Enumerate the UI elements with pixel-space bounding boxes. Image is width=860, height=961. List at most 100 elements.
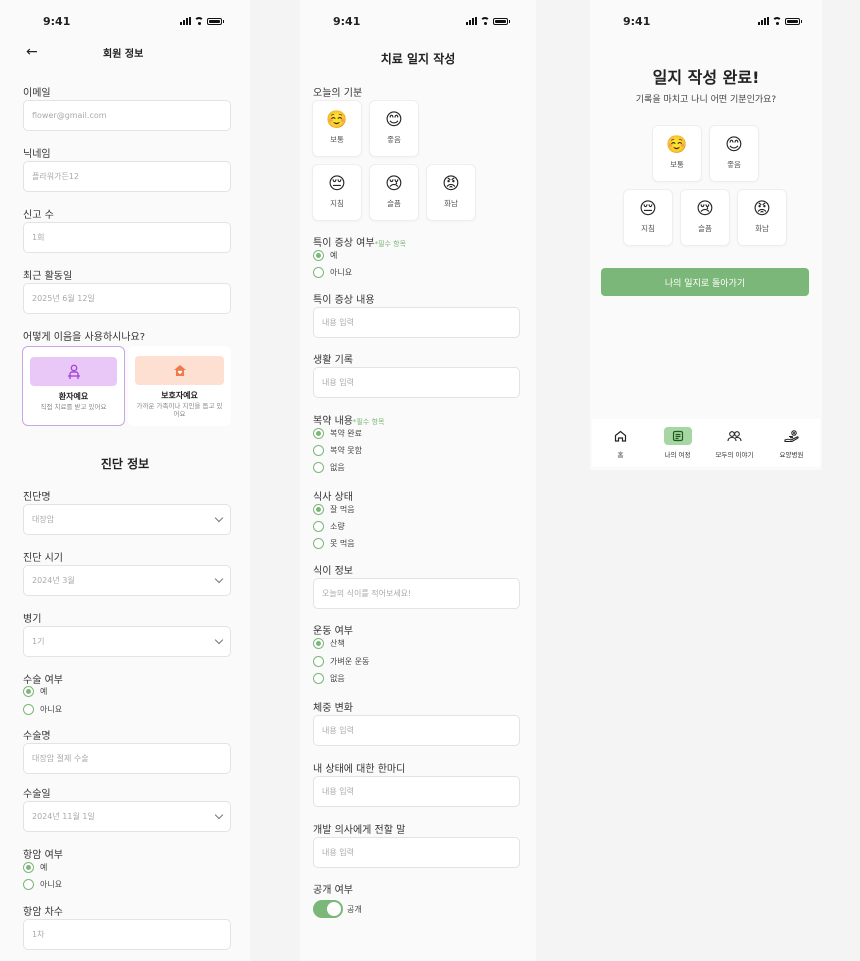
journal-screen: 9:41 치료 일지 작성 오늘의 기분 ☺️ 보통 😊 좋음 😔 지침 😢 슬픔 😡 화…	[300, 0, 536, 961]
diagnosis-name-label: 진단명	[23, 492, 51, 503]
symptom-label: 특이 증상 여부*필수 항목	[313, 238, 407, 249]
diet-label: 식이 정보	[313, 566, 353, 577]
chemo-label: 항암 여부	[23, 850, 63, 861]
mood-tired[interactable]: 😔 지침	[312, 164, 362, 221]
symptom-no-radio[interactable]: 아니요	[313, 267, 352, 278]
hospital-icon	[764, 427, 820, 445]
signal-icon	[466, 17, 477, 25]
guardian-card[interactable]: 보호자예요 가까운 가족이나 지인을 돕고 있어요	[128, 346, 231, 426]
status-time: 9:41	[623, 15, 651, 28]
usage-question: 어떻게 이음을 사용하시나요?	[23, 332, 146, 343]
meal-label: 식사 상태	[313, 492, 353, 503]
med-missed-radio[interactable]: 복약 못함	[313, 445, 362, 456]
med-none-radio[interactable]: 없음	[313, 462, 345, 473]
stage-label: 병기	[23, 614, 42, 625]
mood-normal[interactable]: ☺️ 보통	[652, 125, 702, 182]
life-record-label: 생활 기록	[313, 355, 353, 366]
surgery-no-radio[interactable]: 아니요	[23, 704, 62, 715]
status-bar: 9:41	[590, 15, 822, 31]
mood-sad[interactable]: 😢 슬픔	[369, 164, 419, 221]
email-field[interactable]: flower@gmail.com	[23, 100, 231, 131]
page-title: 치료 일지 작성	[380, 52, 456, 66]
symptom-yes-radio[interactable]: 예	[313, 250, 337, 261]
doctor-note-label: 개발 의사에게 전할 말	[313, 825, 406, 836]
surgery-yes-radio[interactable]: 예	[23, 686, 47, 697]
meal-none-radio[interactable]: 못 먹음	[313, 538, 355, 549]
symptom-detail-label: 특이 증상 내용	[313, 295, 375, 306]
mood-angry[interactable]: 😡 화남	[426, 164, 476, 221]
surgery-name-label: 수술명	[23, 731, 51, 742]
stage-select[interactable]: 1기	[23, 626, 231, 657]
meal-good-radio[interactable]: 잘 먹음	[313, 504, 355, 515]
tab-home[interactable]: 홈	[593, 427, 649, 459]
reports-field[interactable]: 1회	[23, 222, 231, 253]
wifi-icon	[194, 17, 204, 25]
self-note-input[interactable]: 내용 입력	[313, 776, 520, 807]
back-arrow-icon[interactable]: ←	[26, 44, 38, 60]
complete-screen: 9:41 일지 작성 완료! 기록을 마치고 나니 어떤 기분인가요? ☺️ 보통…	[590, 0, 822, 470]
symptom-detail-input[interactable]: 내용 입력	[313, 307, 520, 338]
diagnosis-name-select[interactable]: 대장암	[23, 504, 231, 535]
chemo-no-radio[interactable]: 아니요	[23, 879, 62, 890]
mood-tired[interactable]: 😔 지침	[623, 189, 673, 246]
bottom-tab-bar: 홈 나의 여정 모두의 이야기 요양병원	[592, 419, 820, 467]
tab-community[interactable]: 모두의 이야기	[707, 427, 763, 459]
guardian-card-title: 보호자예요	[161, 391, 198, 400]
weight-input[interactable]: 내용 입력	[313, 715, 520, 746]
signal-icon	[758, 17, 769, 25]
mood-good[interactable]: 😊 좋음	[709, 125, 759, 182]
patient-card-title: 환자예요	[58, 392, 89, 401]
chemo-yes-radio[interactable]: 예	[23, 862, 47, 873]
mood-normal[interactable]: ☺️ 보통	[312, 100, 362, 157]
mood-sad[interactable]: 😢 슬픔	[680, 189, 730, 246]
public-toggle[interactable]	[313, 900, 343, 918]
chemo-round-field[interactable]: 1차	[23, 919, 231, 950]
complete-subtitle: 기록을 마치고 나니 어떤 기분인가요?	[635, 95, 777, 105]
nickname-field[interactable]: 플라워가든12	[23, 161, 231, 192]
mood-good[interactable]: 😊 좋음	[369, 100, 419, 157]
diagnosis-time-label: 진단 시기	[23, 553, 63, 564]
status-time: 9:41	[333, 15, 361, 28]
self-note-label: 내 상태에 대한 한마디	[313, 764, 406, 775]
last-active-field[interactable]: 2025년 6월 12일	[23, 283, 231, 314]
mood-label: 오늘의 기분	[313, 88, 363, 99]
battery-icon	[493, 18, 510, 25]
diet-input[interactable]: 오늘의 식이를 적어보세요!	[313, 578, 520, 609]
doctor-note-input[interactable]: 내용 입력	[313, 837, 520, 868]
weight-label: 체중 변화	[313, 703, 353, 714]
exercise-label: 운동 여부	[313, 626, 353, 637]
journal-icon	[663, 427, 692, 445]
status-bar: 9:41	[0, 15, 250, 31]
diagnosis-section-title: 진단 정보	[100, 457, 150, 471]
exercise-light-radio[interactable]: 가벼운 운동	[313, 656, 369, 667]
meal-little-radio[interactable]: 소량	[313, 521, 345, 532]
patient-card-desc: 직접 치료를 받고 있어요	[40, 403, 107, 411]
medication-label: 복약 내용*필수 항목	[313, 416, 385, 427]
status-bar: 9:41	[300, 15, 536, 31]
surgery-date-select[interactable]: 2024년 11월 1일	[23, 801, 231, 832]
surgery-label: 수술 여부	[23, 675, 63, 686]
diagnosis-time-select[interactable]: 2024년 3월	[23, 565, 231, 596]
chevron-down-icon	[214, 574, 224, 584]
life-record-input[interactable]: 내용 입력	[313, 367, 520, 398]
exercise-none-radio[interactable]: 없음	[313, 673, 345, 684]
back-to-journal-button[interactable]: 나의 일지로 돌아가기	[601, 268, 809, 296]
status-time: 9:41	[43, 15, 71, 28]
patient-icon	[30, 357, 117, 386]
med-done-radio[interactable]: 복약 완료	[313, 428, 362, 439]
surgery-name-field[interactable]: 대장암 절제 수술	[23, 743, 231, 774]
mood-angry[interactable]: 😡 화남	[737, 189, 787, 246]
exercise-walk-radio[interactable]: 산책	[313, 638, 345, 649]
reports-label: 신고 수	[23, 210, 54, 221]
required-mark: *필수 항목	[374, 240, 407, 248]
public-toggle-label: 공개	[347, 905, 362, 914]
patient-card[interactable]: 환자예요 직접 치료를 받고 있어요	[22, 346, 125, 426]
nickname-label: 닉네임	[23, 149, 51, 160]
community-icon	[707, 427, 763, 445]
house-heart-icon	[135, 356, 224, 385]
guardian-card-desc: 가까운 가족이나 지인을 돕고 있어요	[136, 402, 223, 418]
wifi-icon	[480, 17, 490, 25]
tab-my-journey[interactable]: 나의 여정	[650, 427, 706, 459]
signal-icon	[180, 17, 191, 25]
tab-hospital[interactable]: 요양병원	[764, 427, 820, 459]
